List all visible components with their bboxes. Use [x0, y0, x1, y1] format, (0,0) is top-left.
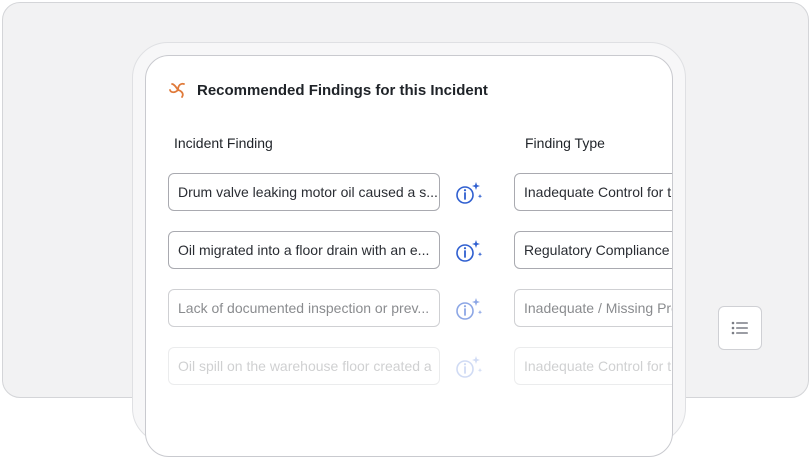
- info-sparkle-icon[interactable]: [454, 296, 484, 322]
- list-view-button[interactable]: [718, 306, 762, 350]
- list-icon: [731, 321, 748, 335]
- spiral-logo-icon: [169, 82, 185, 98]
- finding-row: Drum valve leaking motor oil caused a s.…: [146, 173, 672, 213]
- incident-finding-field[interactable]: Oil migrated into a floor drain with an …: [168, 231, 440, 269]
- panel-title: Recommended Findings for this Incident: [197, 81, 488, 99]
- finding-type-field[interactable]: Inadequate / Missing Pro: [514, 289, 672, 327]
- finding-type-field[interactable]: Regulatory Compliance: [514, 231, 672, 269]
- incident-finding-field[interactable]: Lack of documented inspection or prev...: [168, 289, 440, 327]
- column-header-finding-type: Finding Type: [525, 135, 605, 151]
- info-sparkle-icon[interactable]: [454, 180, 484, 206]
- finding-type-field[interactable]: Inadequate Control for t: [514, 347, 672, 385]
- finding-row: Lack of documented inspection or prev...…: [146, 289, 672, 329]
- incident-finding-field[interactable]: Oil spill on the warehouse floor created…: [168, 347, 440, 385]
- column-header-incident-finding: Incident Finding: [174, 135, 273, 151]
- finding-row: Oil spill on the warehouse floor created…: [146, 347, 672, 387]
- info-sparkle-icon[interactable]: [454, 354, 484, 380]
- finding-type-field[interactable]: Inadequate Control for t: [514, 173, 672, 211]
- finding-row: Oil migrated into a floor drain with an …: [146, 231, 672, 271]
- recommended-findings-panel: Recommended Findings for this Incident I…: [145, 55, 673, 457]
- info-sparkle-icon[interactable]: [454, 238, 484, 264]
- panel-header: Recommended Findings for this Incident: [168, 80, 488, 100]
- incident-finding-field[interactable]: Drum valve leaking motor oil caused a s.…: [168, 173, 440, 211]
